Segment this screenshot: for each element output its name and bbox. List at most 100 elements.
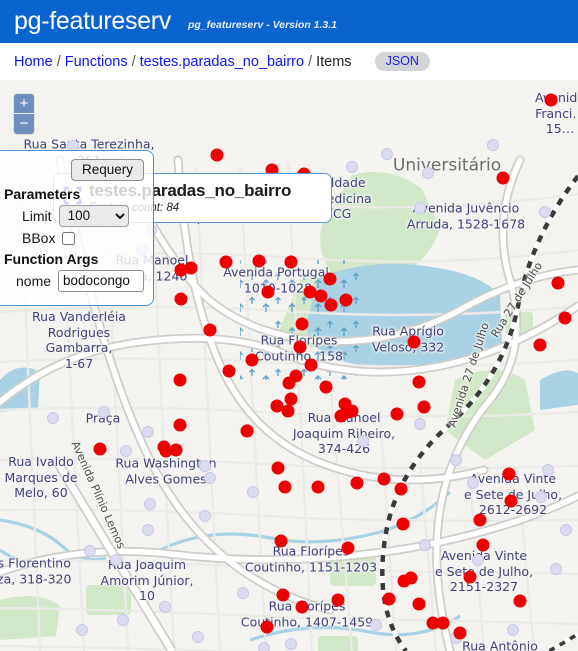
map-feature-marker[interactable]: [558, 311, 572, 325]
map-feature-marker[interactable]: [476, 538, 490, 552]
map-poi-dot: [258, 642, 270, 651]
parameters-panel: Requery Parameters Limit 100 BBox Functi…: [0, 150, 154, 306]
map-feature-marker[interactable]: [453, 626, 467, 640]
map-feature-marker[interactable]: [252, 254, 266, 268]
map-feature-marker[interactable]: [271, 461, 285, 475]
map-poi-dot: [142, 524, 154, 536]
map-feature-marker[interactable]: [350, 476, 364, 490]
map-feature-marker[interactable]: [261, 285, 275, 299]
breadcrumb-function-name[interactable]: testes.paradas_no_bairro: [140, 54, 304, 70]
map-feature-marker[interactable]: [324, 298, 338, 312]
map-feature-marker[interactable]: [93, 442, 107, 456]
breadcrumb-items: Items: [316, 53, 352, 70]
brand-subtitle: pg_featureserv - Version 1.3.1: [188, 18, 338, 31]
map-poi-dot: [199, 460, 211, 472]
limit-select[interactable]: 100: [58, 205, 129, 227]
map-feature-marker[interactable]: [295, 600, 309, 614]
map-feature-marker[interactable]: [219, 255, 233, 269]
zoom-in-button[interactable]: +: [14, 94, 34, 114]
map-feature-marker[interactable]: [504, 494, 518, 508]
map-poi-dot: [414, 202, 426, 214]
map-feature-marker[interactable]: [396, 517, 410, 531]
limit-label: Limit: [22, 208, 52, 224]
map-feature-marker[interactable]: [473, 513, 487, 527]
map-feature-marker[interactable]: [282, 376, 296, 390]
requery-button[interactable]: Requery: [70, 159, 144, 181]
map-feature-marker[interactable]: [174, 292, 188, 306]
map-poi-dot: [487, 139, 499, 151]
map-feature-marker[interactable]: [377, 472, 391, 486]
map-feature-marker[interactable]: [323, 272, 337, 286]
map-feature-marker[interactable]: [339, 293, 353, 307]
map-feature-marker[interactable]: [245, 353, 259, 367]
map-feature-marker[interactable]: [417, 400, 431, 414]
function-args-heading: Function Args: [4, 251, 99, 267]
map-poi-dot: [467, 477, 479, 489]
map-feature-marker[interactable]: [174, 263, 188, 277]
map-feature-marker[interactable]: [544, 93, 558, 107]
map-feature-marker[interactable]: [407, 335, 421, 349]
map-feature-marker[interactable]: [412, 375, 426, 389]
bbox-label: BBox: [22, 230, 56, 246]
map-feature-marker[interactable]: [496, 171, 510, 185]
map-feature-marker[interactable]: [513, 594, 527, 608]
map-poi-dot: [285, 638, 297, 650]
json-link-badge[interactable]: JSON: [374, 51, 430, 72]
map-feature-marker[interactable]: [295, 317, 309, 331]
zoom-out-button[interactable]: −: [14, 114, 34, 134]
nome-input[interactable]: [58, 270, 145, 292]
map-feature-marker[interactable]: [303, 285, 317, 299]
map-feature-marker[interactable]: [173, 373, 187, 387]
requery-row: Requery: [4, 159, 144, 181]
map-feature-marker[interactable]: [463, 570, 477, 584]
map-feature-marker[interactable]: [284, 255, 298, 269]
bbox-checkbox[interactable]: [62, 231, 76, 245]
map-feature-marker[interactable]: [210, 148, 224, 162]
map-feature-marker[interactable]: [169, 443, 183, 457]
map-feature-marker[interactable]: [276, 588, 290, 602]
breadcrumb-home[interactable]: Home: [14, 54, 53, 70]
map-poi-dot: [370, 619, 382, 631]
map-viewport[interactable]: + − Rua Santa Terezinha, 261Rua Francisc…: [0, 80, 578, 651]
map-feature-marker[interactable]: [203, 323, 217, 337]
map-feature-marker[interactable]: [341, 541, 355, 555]
breadcrumb-functions[interactable]: Functions: [65, 54, 128, 70]
map-feature-marker[interactable]: [551, 276, 565, 290]
map-poi-dot: [539, 206, 551, 218]
map-zoom-controls[interactable]: + −: [14, 94, 34, 134]
breadcrumb: Home / Functions / testes.paradas_no_bai…: [0, 43, 578, 80]
map-feature-marker[interactable]: [293, 340, 307, 354]
map-feature-marker[interactable]: [331, 593, 345, 607]
map-feature-marker[interactable]: [222, 364, 236, 378]
map-feature-marker[interactable]: [436, 616, 450, 630]
map-poi-dot: [247, 486, 259, 498]
map-feature-marker[interactable]: [311, 480, 325, 494]
breadcrumb-separator: /: [308, 53, 313, 70]
map-poi-dot: [542, 464, 554, 476]
map-feature-marker[interactable]: [173, 418, 187, 432]
map-poi-dot: [381, 148, 393, 160]
map-feature-marker[interactable]: [274, 534, 288, 548]
nome-field-row: nome: [4, 270, 145, 292]
map-feature-marker[interactable]: [390, 407, 404, 421]
map-poi-dot: [472, 554, 484, 566]
map-feature-marker[interactable]: [404, 571, 418, 585]
map-poi-dot: [142, 426, 154, 438]
limit-field-row: Limit 100: [4, 205, 144, 227]
map-feature-marker[interactable]: [345, 404, 359, 418]
map-poi-dot: [450, 454, 462, 466]
map-feature-marker[interactable]: [260, 620, 274, 634]
map-feature-marker[interactable]: [304, 358, 318, 372]
map-feature-marker[interactable]: [533, 338, 547, 352]
map-feature-marker[interactable]: [240, 424, 254, 438]
map-feature-marker[interactable]: [382, 592, 396, 606]
map-feature-marker[interactable]: [394, 482, 408, 496]
map-poi-dot: [144, 498, 156, 510]
map-feature-marker[interactable]: [319, 380, 333, 394]
map-feature-marker[interactable]: [412, 597, 426, 611]
map-feature-marker[interactable]: [502, 467, 516, 481]
map-feature-marker[interactable]: [278, 480, 292, 494]
map-feature-marker[interactable]: [281, 404, 295, 418]
breadcrumb-separator: /: [56, 53, 61, 70]
map-feature-marker[interactable]: [157, 440, 171, 454]
